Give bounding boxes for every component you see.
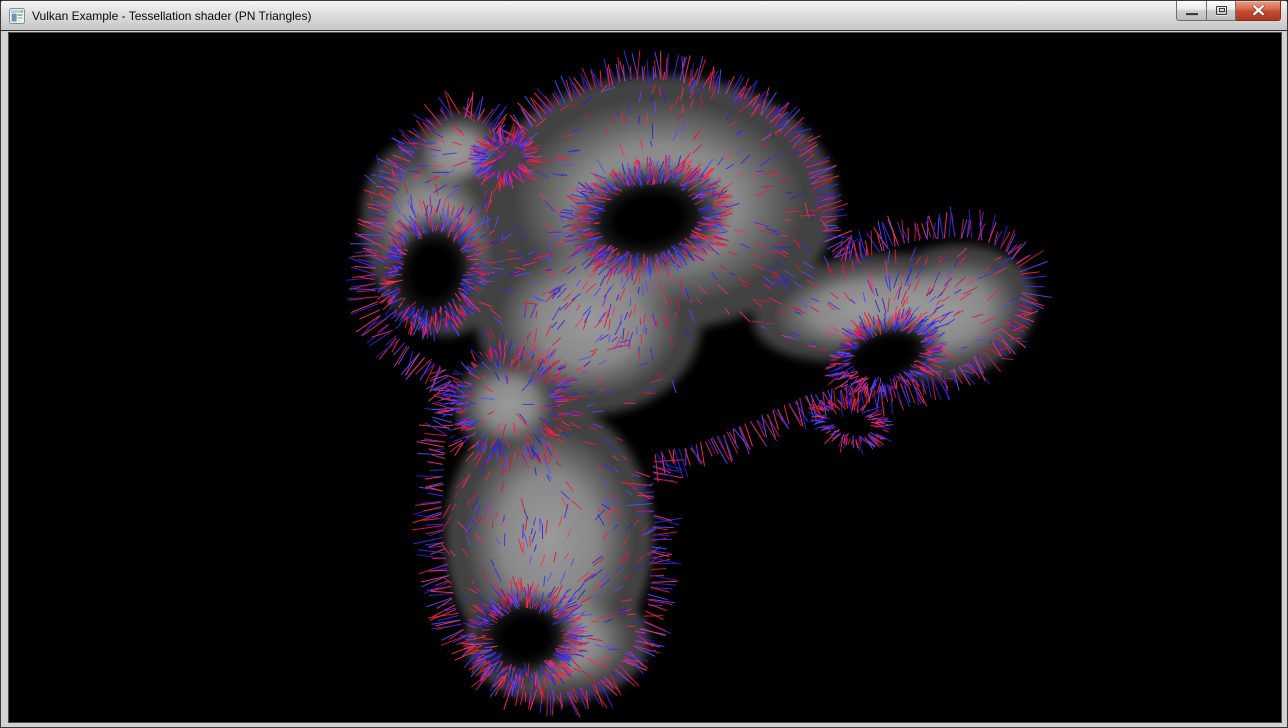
caption-buttons: [1176, 1, 1281, 21]
close-button[interactable]: [1236, 1, 1281, 21]
window-title: Vulkan Example - Tessellation shader (PN…: [32, 9, 311, 23]
render-viewport[interactable]: [8, 32, 1282, 723]
close-icon: [1252, 5, 1265, 16]
maximize-button[interactable]: [1206, 1, 1236, 21]
app-window: Vulkan Example - Tessellation shader (PN…: [0, 0, 1288, 728]
minimize-icon: [1186, 13, 1198, 16]
application-icon[interactable]: [9, 8, 25, 24]
minimize-button[interactable]: [1176, 1, 1206, 21]
tessellation-model: [9, 33, 1281, 722]
application-icon-image: [9, 8, 25, 24]
titlebar[interactable]: Vulkan Example - Tessellation shader (PN…: [1, 1, 1287, 31]
maximize-icon: [1216, 6, 1227, 15]
